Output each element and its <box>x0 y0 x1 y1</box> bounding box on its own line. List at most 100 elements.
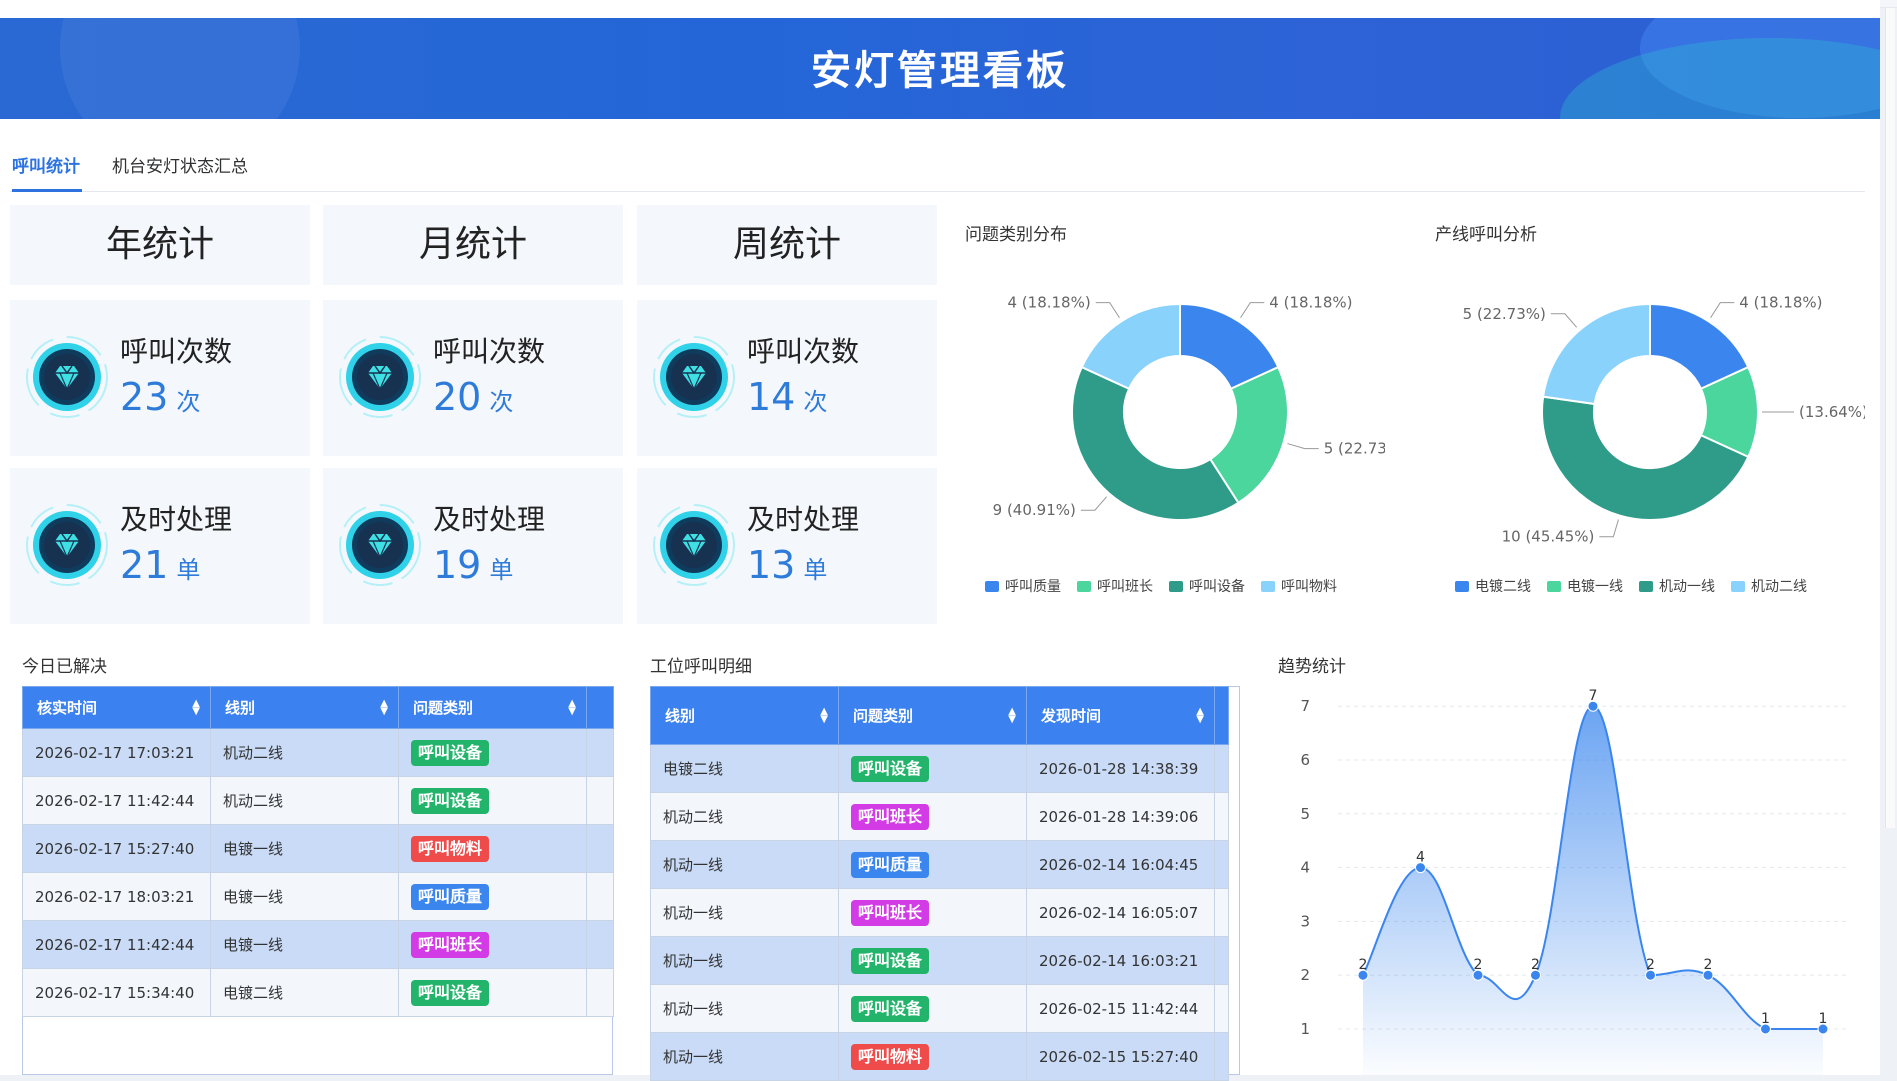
trend-chart: 1 2 3 4 5 6 7 2 4 2 2 7 2 2 1 1 <box>1300 688 1848 1075</box>
column-header[interactable]: 核实时间 ▲ ▼ <box>22 686 211 729</box>
legend-label: 呼叫班长 <box>1097 579 1153 595</box>
trend-point-label: 2 <box>1359 957 1368 973</box>
stat-value: 23 次 <box>120 375 200 419</box>
sort-icon[interactable]: ▲ ▼ <box>1008 706 1016 724</box>
table-cell: 机动二线 <box>210 776 399 825</box>
category-tag: 呼叫班长 <box>851 803 930 830</box>
cell-text: 2026-01-28 14:39:06 <box>1039 807 1199 826</box>
table-row[interactable]: 2026-02-17 11:42:44 电镀一线 呼叫班长 <box>22 920 614 969</box>
line-call-legend: 电镀二线 电镀一线 机动一线 机动二线 <box>1455 576 1807 596</box>
cell-text: 2026-02-17 15:34:40 <box>35 983 195 1002</box>
column-header[interactable]: 线别 ▲ ▼ <box>650 686 839 745</box>
table-row[interactable]: 机动一线 呼叫设备 2026-02-14 16:03:21 <box>650 936 1229 985</box>
cell-text: 2026-02-17 15:27:40 <box>35 839 195 858</box>
label-leader-line <box>1710 302 1735 319</box>
column-header[interactable]: 线别 ▲ ▼ <box>210 686 399 729</box>
column-header[interactable]: 发现时间 ▲ ▼ <box>1026 686 1215 745</box>
label-leader-line <box>1080 496 1108 511</box>
table-cell-spacer <box>1214 936 1229 985</box>
table-cell: 呼叫班长 <box>398 920 587 969</box>
table-row[interactable]: 机动一线 呼叫质量 2026-02-14 16:04:45 <box>650 840 1229 889</box>
trend-area <box>1363 706 1823 1075</box>
tab-machine-status[interactable]: 机台安灯状态汇总 <box>112 152 248 192</box>
stat-card-calls: 呼叫次数 23 次 <box>10 300 310 456</box>
legend-label: 呼叫质量 <box>1005 579 1061 595</box>
pie-slice[interactable] <box>1071 365 1240 521</box>
column-header[interactable]: 问题类别 ▲ ▼ <box>398 686 587 729</box>
resolved-table: 核实时间 ▲ ▼ 线别 ▲ ▼ 问题类别 ▲ ▼ 2026-02-17 17:03:21 机动二线呼… <box>22 686 614 1017</box>
legend-label: 电镀一线 <box>1567 579 1623 595</box>
table-row[interactable]: 2026-02-17 15:27:40 电镀一线 呼叫物料 <box>22 824 614 873</box>
column-header-spacer <box>586 686 614 729</box>
table-row[interactable]: 机动一线 呼叫设备 2026-02-15 11:42:44 <box>650 984 1229 1033</box>
stat-period-title: 周统计 <box>732 224 841 265</box>
table-cell: 呼叫班长 <box>838 792 1027 841</box>
stat-number: 13 <box>747 543 796 587</box>
table-cell: 呼叫设备 <box>838 936 1027 985</box>
diamond-icon <box>337 502 423 588</box>
table-cell-spacer <box>1214 744 1229 793</box>
sort-icon[interactable]: ▲ ▼ <box>568 698 576 716</box>
table-header-row: 核实时间 ▲ ▼ 线别 ▲ ▼ 问题类别 ▲ ▼ <box>22 686 614 729</box>
stat-period-header: 年统计 <box>10 205 310 285</box>
stat-value: 14 次 <box>747 375 827 419</box>
table-cell-spacer <box>586 776 614 825</box>
table-cell: 呼叫设备 <box>398 968 587 1017</box>
table-cell: 机动一线 <box>650 888 839 937</box>
stat-unit: 单 <box>176 556 201 584</box>
page-scrollbar[interactable] <box>1882 8 1897 828</box>
column-header-label: 线别 <box>665 707 696 725</box>
stat-period-header: 月统计 <box>323 205 623 285</box>
cell-text: 电镀一线 <box>223 840 284 858</box>
column-header-label: 问题类别 <box>413 699 474 717</box>
table-cell: 2026-02-14 16:04:45 <box>1026 840 1215 889</box>
tab-call-stats[interactable]: 呼叫统计 <box>12 152 82 192</box>
trend-point-label: 2 <box>1646 957 1655 973</box>
table-cell-spacer <box>1214 1032 1229 1081</box>
cell-text: 2026-02-15 15:27:40 <box>1039 1047 1199 1066</box>
table-cell-spacer <box>586 728 614 777</box>
table-row[interactable]: 机动一线 呼叫物料 2026-02-15 15:27:40 <box>650 1032 1229 1081</box>
diamond-icon <box>651 334 737 420</box>
stat-unit: 次 <box>489 388 514 416</box>
cell-text: 2026-02-17 17:03:21 <box>35 743 195 762</box>
sort-icon[interactable]: ▲ ▼ <box>820 706 828 724</box>
trend-title: 趋势统计 <box>1278 657 1346 677</box>
legend-item[interactable]: 呼叫物料 <box>1261 576 1337 596</box>
table-row[interactable]: 2026-02-17 11:42:44 机动二线 呼叫设备 <box>22 776 614 825</box>
legend-item[interactable]: 呼叫班长 <box>1077 576 1153 596</box>
sort-icon[interactable]: ▲ ▼ <box>380 698 388 716</box>
dashboard-frame: 安灯管理看板 呼叫统计 机台安灯状态汇总 年统计 呼叫次数 23 次 及时处理 2 1 单… <box>0 0 1880 1081</box>
legend-item[interactable]: 机动一线 <box>1639 576 1715 596</box>
label-leader-line <box>1550 313 1578 328</box>
table-row[interactable]: 机动一线 呼叫班长 2026-02-14 16:05:07 <box>650 888 1229 937</box>
trend-point-label: 1 <box>1761 1011 1770 1027</box>
table-row[interactable]: 2026-02-17 18:03:21 电镀一线 呼叫质量 <box>22 872 614 921</box>
legend-item[interactable]: 机动二线 <box>1731 576 1807 596</box>
label-leader-line <box>1599 519 1619 538</box>
cell-text: 机动二线 <box>223 792 284 810</box>
column-header-spacer <box>1214 686 1229 745</box>
table-row[interactable]: 机动二线 呼叫班长 2026-01-28 14:39:06 <box>650 792 1229 841</box>
table-row[interactable]: 2026-02-17 15:34:40 电镀二线 呼叫设备 <box>22 968 614 1017</box>
stat-label: 及时处理 <box>120 503 233 536</box>
category-tag: 呼叫班长 <box>411 931 490 958</box>
scrollbar-track[interactable] <box>1885 8 1895 828</box>
table-row[interactable]: 电镀二线 呼叫设备 2026-01-28 14:38:39 <box>650 744 1229 793</box>
legend-item[interactable]: 电镀二线 <box>1455 576 1531 596</box>
sort-icon[interactable]: ▲ ▼ <box>192 698 200 716</box>
legend-item[interactable]: 呼叫设备 <box>1169 576 1245 596</box>
stat-unit: 单 <box>803 556 828 584</box>
table-cell: 2026-02-17 15:34:40 <box>22 968 211 1017</box>
sort-icon[interactable]: ▲ ▼ <box>1196 706 1204 724</box>
legend-item[interactable]: 电镀一线 <box>1547 576 1623 596</box>
header-banner: 安灯管理看板 <box>0 18 1880 119</box>
column-header[interactable]: 问题类别 ▲ ▼ <box>838 686 1027 745</box>
category-tag: 呼叫设备 <box>851 995 930 1022</box>
stat-card-handled: 及时处理 13 单 <box>637 468 937 624</box>
legend-item[interactable]: 呼叫质量 <box>985 576 1061 596</box>
pie-slice[interactable] <box>1541 302 1651 406</box>
label-leader-line <box>1287 443 1319 450</box>
table-row[interactable]: 2026-02-17 17:03:21 机动二线 呼叫设备 <box>22 728 614 777</box>
category-tag: 呼叫设备 <box>411 979 490 1006</box>
